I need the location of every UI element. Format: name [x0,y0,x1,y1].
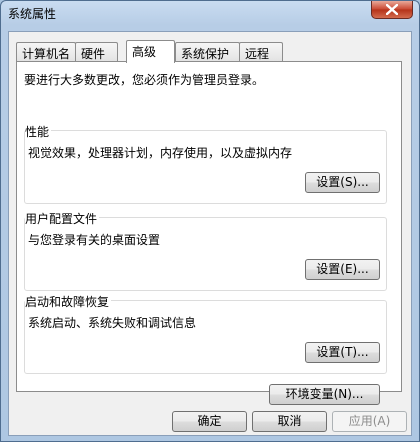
cancel-button[interactable]: 取消 [252,411,327,432]
tab-advanced[interactable]: 高级 [126,40,175,63]
performance-group: 性能 视觉效果，处理器计划，内存使用，以及虚拟内存 设置(S)... [24,123,387,204]
tab-computer-name[interactable]: 计算机名 [16,42,76,61]
close-button[interactable] [371,1,413,19]
startup-recovery-title: 启动和故障恢复 [25,293,112,310]
performance-settings-button[interactable]: 设置(S)... [305,172,380,193]
tab-hardware[interactable]: 硬件 [75,42,118,61]
system-properties-window: 系统属性 计算机名 硬件 高级 系统保护 远程 要进行大多数更改，您必须作为管理… [0,0,420,442]
performance-title: 性能 [25,123,52,140]
startup-recovery-desc: 系统启动、系统失败和调试信息 [28,316,197,330]
close-icon [386,4,398,15]
title-bar[interactable]: 系统属性 [1,1,419,23]
ok-button[interactable]: 确定 [172,411,247,432]
performance-desc: 视觉效果，处理器计划，内存使用，以及虚拟内存 [28,146,293,160]
admin-notice: 要进行大多数更改，您必须作为管理员登录。 [24,73,265,87]
tab-system-protection[interactable]: 系统保护 [175,42,240,61]
tab-remote[interactable]: 远程 [239,42,283,61]
user-profiles-desc: 与您登录有关的桌面设置 [28,233,161,247]
user-profiles-group: 用户配置文件 与您登录有关的桌面设置 设置(E)... [24,210,387,291]
environment-variables-button[interactable]: 环境变量(N)... [269,384,380,405]
advanced-tab-panel: 要进行大多数更改，您必须作为管理员登录。 性能 视觉效果，处理器计划，内存使用，… [16,61,402,405]
startup-recovery-settings-button[interactable]: 设置(T)... [305,342,380,363]
user-profiles-settings-button[interactable]: 设置(E)... [305,259,380,280]
startup-recovery-group: 启动和故障恢复 系统启动、系统失败和调试信息 设置(T)... [24,293,387,374]
apply-button: 应用(A) [332,411,407,432]
user-profiles-title: 用户配置文件 [25,210,100,227]
dialog-client-area: 计算机名 硬件 高级 系统保护 远程 要进行大多数更改，您必须作为管理员登录。 … [8,31,412,436]
window-title: 系统属性 [8,7,57,21]
